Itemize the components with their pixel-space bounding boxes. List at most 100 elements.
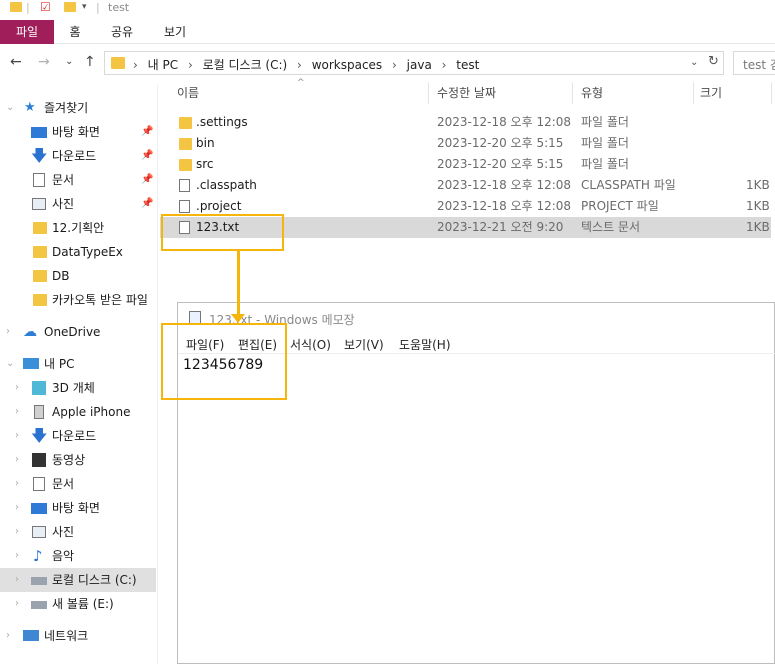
document-icon [33,477,45,491]
expand-chevron-icon[interactable]: › [15,472,19,496]
sidebar-item-downloads[interactable]: 🡇 다운로드 📌 [0,144,156,168]
search-input[interactable]: test 검색 [733,51,775,75]
separator: | [26,1,30,14]
menu-format[interactable]: 서식(O) [290,336,331,353]
sidebar-item-pictures[interactable]: 사진 📌 [0,192,156,216]
sidebar-item-network[interactable]: › 네트워크 [0,624,156,648]
folder-icon [33,270,47,282]
breadcrumb-chevron-icon[interactable]: › [133,58,138,72]
document-icon [33,173,45,187]
sidebar-item-folder[interactable]: DataTypeEx [0,240,156,264]
expand-chevron-icon[interactable]: › [15,592,19,616]
connector-line [237,251,240,315]
expand-chevron-icon[interactable]: › [15,496,19,520]
file-row[interactable]: .settings 2023-12-18 오후 12:08 파일 폴더 [160,112,771,133]
sidebar-item-folder[interactable]: 카카오톡 받은 파일 [0,288,156,312]
recent-locations-chevron-icon[interactable]: ⌄ [65,56,73,67]
video-icon [32,453,46,467]
sidebar-item-desktop[interactable]: › 바탕 화면 [0,496,156,520]
collapse-chevron-icon[interactable]: ⌄ [6,352,14,376]
expand-chevron-icon[interactable]: › [15,568,19,592]
highlight-box-content [161,323,287,400]
breadcrumb-chevron-icon[interactable]: › [188,58,193,72]
breadcrumb: › 내 PC › 로컬 디스크 (C:) › workspaces › java… [133,56,485,73]
file-row[interactable]: .classpath 2023-12-18 오후 12:08 CLASSPATH… [160,175,771,196]
drive-icon [31,577,47,585]
sidebar-item-iphone[interactable]: › Apple iPhone [0,400,156,424]
breadcrumb-item[interactable]: 로컬 디스크 (C:) [203,58,288,72]
pin-icon: 📌 [141,126,154,137]
breadcrumb-item[interactable]: workspaces [312,58,383,72]
highlight-box-file [161,214,284,251]
expand-chevron-icon[interactable]: › [15,544,19,568]
pin-icon: 📌 [141,174,154,185]
up-arrow-icon[interactable]: ↑ [84,54,96,70]
sidebar-item-3d-objects[interactable]: › 3D 개체 [0,376,156,400]
sidebar-item-folder[interactable]: DB [0,264,156,288]
sidebar-item-desktop[interactable]: 바탕 화면 📌 [0,120,156,144]
forward-arrow-icon[interactable]: → [38,54,50,70]
column-header-size[interactable]: 크기 [700,78,770,108]
column-divider[interactable] [771,82,772,104]
expand-chevron-icon[interactable]: › [6,624,10,648]
breadcrumb-chevron-icon[interactable]: › [297,58,302,72]
music-icon: ♪ [33,547,43,565]
sidebar-item-pictures[interactable]: › 사진 [0,520,156,544]
file-row[interactable]: bin 2023-12-20 오후 5:15 파일 폴더 [160,133,771,154]
folder-icon [10,2,22,12]
column-header-date[interactable]: 수정한 날짜 [437,78,577,108]
expand-chevron-icon[interactable]: › [15,400,19,424]
sidebar-item-volume-e[interactable]: › 새 볼륨 (E:) [0,592,156,616]
breadcrumb-chevron-icon[interactable]: › [442,58,447,72]
sidebar-item-onedrive[interactable]: › ☁ OneDrive [0,320,156,344]
customize-quick-access-icon[interactable]: ▾ [82,2,87,12]
collapse-chevron-icon[interactable]: ⌄ [6,96,14,120]
breadcrumb-item[interactable]: java [407,58,432,72]
expand-chevron-icon[interactable]: › [15,424,19,448]
star-icon: ★ [24,100,36,115]
expand-chevron-icon[interactable]: › [15,448,19,472]
expand-chevron-icon[interactable]: › [15,376,19,400]
column-divider[interactable] [572,82,573,104]
sidebar-item-quick-access[interactable]: ⌄ ★ 즐겨찾기 [0,96,156,120]
checkbox-icon[interactable]: ☑ [40,0,51,14]
picture-icon [32,526,46,538]
file-icon [179,200,190,213]
tab-view[interactable]: 보기 [157,20,193,44]
sidebar-item-folder[interactable]: 12.기획안 [0,216,156,240]
menu-view[interactable]: 보기(V) [344,336,384,353]
expand-chevron-icon[interactable]: › [15,520,19,544]
pin-icon: 📌 [141,198,154,209]
file-row[interactable]: src 2023-12-20 오후 5:15 파일 폴더 [160,154,771,175]
network-icon [23,630,39,641]
tab-file[interactable]: 파일 [0,20,54,44]
breadcrumb-chevron-icon[interactable]: › [392,58,397,72]
column-header-type[interactable]: 유형 [581,78,691,108]
folder-icon [33,222,47,234]
sidebar-item-documents[interactable]: › 문서 [0,472,156,496]
sidebar-item-this-pc[interactable]: ⌄ 내 PC [0,352,156,376]
expand-chevron-icon[interactable]: › [6,320,10,344]
sidebar-item-music[interactable]: › ♪ 음악 [0,544,156,568]
breadcrumb-item[interactable]: test [456,58,479,72]
menu-help[interactable]: 도움말(H) [399,336,451,353]
sidebar-item-documents[interactable]: 문서 📌 [0,168,156,192]
folder-icon [111,57,125,69]
address-bar[interactable]: › 내 PC › 로컬 디스크 (C:) › workspaces › java… [104,51,724,75]
phone-icon [34,405,44,419]
separator: | [96,1,100,14]
tab-share[interactable]: 공유 [104,20,140,44]
address-dropdown-icon[interactable]: ⌄ [690,57,698,68]
refresh-icon[interactable]: ↻ [708,54,719,69]
back-arrow-icon[interactable]: ← [10,54,22,70]
sidebar-item-videos[interactable]: › 동영상 [0,448,156,472]
sidebar-item-local-disk[interactable]: › 로컬 디스크 (C:) [0,568,156,592]
pin-icon: 📌 [141,150,154,161]
sidebar-item-downloads[interactable]: › 🡇 다운로드 [0,424,156,448]
breadcrumb-item[interactable]: 내 PC [148,58,178,72]
column-divider[interactable] [693,82,694,104]
new-folder-icon[interactable] [64,2,76,12]
tab-home[interactable]: 홈 [62,20,88,44]
column-divider[interactable] [428,82,429,104]
column-header-name[interactable]: 이름 [177,78,427,108]
